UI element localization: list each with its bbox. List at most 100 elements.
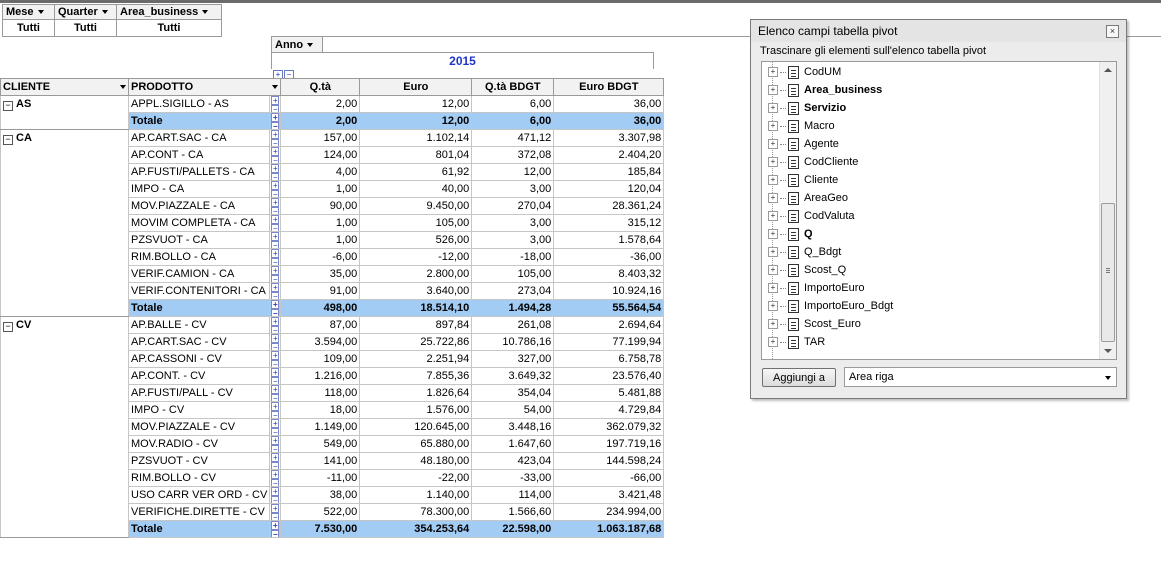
expand-icon[interactable]: + bbox=[768, 103, 778, 113]
expand-icon[interactable]: + bbox=[271, 232, 280, 241]
collapse-icon[interactable]: − bbox=[271, 428, 280, 435]
field-item[interactable]: + Scost_Q bbox=[768, 261, 846, 279]
filter-field-button[interactable]: Area_business bbox=[117, 4, 221, 20]
product-cell[interactable]: USO CARR VER ORD - CV bbox=[127, 486, 271, 504]
product-cell[interactable]: AP.CONT. - CV bbox=[127, 367, 271, 385]
product-cell[interactable]: VERIF.CONTENITORI - CA bbox=[127, 282, 271, 300]
expand-icon[interactable]: + bbox=[271, 96, 280, 105]
filter-field-button[interactable]: Quarter bbox=[55, 4, 116, 20]
dropdown-arrow-icon[interactable] bbox=[101, 10, 108, 14]
field-item[interactable]: + Agente bbox=[768, 135, 839, 153]
expand-icon[interactable]: + bbox=[768, 319, 778, 329]
row-field-prodotto[interactable]: PRODOTTO bbox=[127, 78, 282, 96]
scroll-thumb[interactable] bbox=[1101, 203, 1115, 342]
pivot-field-list-panel[interactable]: Elenco campi tabella pivot × Trascinare … bbox=[750, 19, 1127, 399]
expand-icon[interactable]: + bbox=[768, 247, 778, 257]
expand-icon[interactable]: + bbox=[768, 157, 778, 167]
product-cell[interactable]: PZSVUOT - CV bbox=[127, 452, 271, 470]
expand-icon[interactable]: + bbox=[768, 265, 778, 275]
collapse-icon[interactable]: − bbox=[271, 241, 280, 248]
add-target-select[interactable]: Area riga bbox=[844, 367, 1117, 387]
collapse-icon[interactable]: − bbox=[271, 377, 280, 384]
collapse-icon[interactable]: − bbox=[271, 530, 280, 537]
expand-icon[interactable]: + bbox=[271, 249, 280, 258]
product-cell[interactable]: AP.FUSTI/PALLETS - CA bbox=[127, 163, 271, 181]
expand-icon[interactable]: + bbox=[271, 181, 280, 190]
collapse-icon[interactable]: − bbox=[271, 190, 280, 197]
expand-icon[interactable]: + bbox=[768, 139, 778, 149]
collapse-icon[interactable]: − bbox=[271, 513, 280, 520]
collapse-icon[interactable]: − bbox=[271, 394, 280, 401]
expand-icon[interactable]: + bbox=[271, 436, 280, 445]
product-cell[interactable]: VERIF.CAMION - CA bbox=[127, 265, 271, 283]
collapse-icon[interactable]: − bbox=[271, 360, 280, 367]
product-cell[interactable]: RIM.BOLLO - CA bbox=[127, 248, 271, 266]
field-item[interactable]: + Macro bbox=[768, 117, 835, 135]
collapse-icon[interactable]: − bbox=[271, 156, 280, 163]
expand-icon[interactable]: + bbox=[271, 266, 280, 275]
field-item[interactable]: + Q_Bdgt bbox=[768, 243, 841, 261]
dropdown-arrow-icon[interactable] bbox=[307, 43, 314, 48]
collapse-icon[interactable]: − bbox=[271, 326, 280, 333]
measure-header-euro-bdgt[interactable]: Euro BDGT bbox=[553, 78, 665, 96]
filter-field-button[interactable]: Mese bbox=[3, 4, 54, 20]
collapse-icon[interactable]: − bbox=[271, 309, 280, 316]
product-cell[interactable]: AP.CART.SAC - CV bbox=[127, 333, 271, 351]
field-list[interactable]: + CodUM + Area_business + Servizio + Macro + Agen… bbox=[761, 61, 1117, 360]
product-cell[interactable]: MOV.RADIO - CV bbox=[127, 435, 271, 453]
expand-icon[interactable]: + bbox=[271, 283, 280, 292]
expand-icon[interactable]: + bbox=[768, 121, 778, 131]
collapse-icon[interactable]: − bbox=[271, 445, 280, 452]
collapse-icon[interactable]: − bbox=[271, 275, 280, 282]
field-item[interactable]: + AreaGeo bbox=[768, 189, 848, 207]
collapse-icon[interactable]: − bbox=[271, 496, 280, 503]
collapse-icon[interactable]: − bbox=[271, 258, 280, 265]
collapse-icon[interactable]: − bbox=[271, 224, 280, 231]
collapse-icon[interactable]: − bbox=[3, 135, 13, 145]
expand-icon[interactable]: + bbox=[768, 211, 778, 221]
expand-icon[interactable]: + bbox=[271, 487, 280, 496]
product-cell[interactable]: AP.FUSTI/PALL - CV bbox=[127, 384, 271, 402]
field-item[interactable]: + Area_business bbox=[768, 81, 882, 99]
field-item[interactable]: + CodUM bbox=[768, 63, 841, 81]
dropdown-arrow-icon[interactable] bbox=[1105, 376, 1111, 380]
product-cell[interactable]: MOVIM COMPLETA - CA bbox=[127, 214, 271, 232]
dropdown-arrow-icon[interactable] bbox=[120, 85, 126, 89]
product-cell[interactable]: RIM.BOLLO - CV bbox=[127, 469, 271, 487]
expand-icon[interactable]: + bbox=[768, 193, 778, 203]
collapse-icon[interactable]: − bbox=[271, 292, 280, 299]
client-cell[interactable]: − CA bbox=[0, 129, 129, 317]
collapse-icon[interactable]: − bbox=[271, 105, 280, 112]
panel-title[interactable]: Elenco campi tabella pivot bbox=[751, 20, 1126, 42]
expand-icon[interactable]: + bbox=[768, 301, 778, 311]
product-cell[interactable]: IMPO - CA bbox=[127, 180, 271, 198]
expand-icon[interactable]: + bbox=[271, 385, 280, 394]
close-icon[interactable]: × bbox=[1106, 25, 1119, 38]
expand-icon[interactable]: + bbox=[271, 368, 280, 377]
field-item[interactable]: + ImportoEuro_Bdgt bbox=[768, 297, 893, 315]
dropdown-arrow-icon[interactable] bbox=[202, 10, 209, 14]
expand-icon[interactable]: + bbox=[271, 453, 280, 462]
scroll-up-icon[interactable] bbox=[1104, 68, 1112, 72]
expand-icon[interactable]: + bbox=[768, 283, 778, 293]
field-item[interactable]: + ImportoEuro bbox=[768, 279, 865, 297]
collapse-icon[interactable]: − bbox=[3, 322, 13, 332]
field-list-scrollbar[interactable] bbox=[1099, 62, 1116, 359]
expand-icon[interactable]: + bbox=[271, 470, 280, 479]
collapse-icon[interactable]: − bbox=[271, 173, 280, 180]
filter-area-business[interactable]: Area_business Tutti bbox=[117, 4, 222, 37]
scroll-down-icon[interactable] bbox=[1104, 349, 1112, 353]
client-cell[interactable]: − AS bbox=[0, 95, 129, 130]
row-field-cliente[interactable]: CLIENTE bbox=[0, 78, 129, 96]
expand-icon[interactable]: + bbox=[271, 419, 280, 428]
filter-mese[interactable]: Mese Tutti bbox=[3, 4, 55, 37]
collapse-icon[interactable]: − bbox=[271, 411, 280, 418]
collapse-icon[interactable]: − bbox=[271, 343, 280, 350]
field-item[interactable]: + Q bbox=[768, 225, 813, 243]
field-item[interactable]: + CodValuta bbox=[768, 207, 855, 225]
expand-icon[interactable]: + bbox=[768, 229, 778, 239]
product-cell[interactable]: MOV.PIAZZALE - CV bbox=[127, 418, 271, 436]
product-cell[interactable]: VERIFICHE.DIRETTE - CV bbox=[127, 503, 271, 521]
field-item[interactable]: + Servizio bbox=[768, 99, 846, 117]
year-header[interactable]: 2015 bbox=[272, 54, 653, 68]
